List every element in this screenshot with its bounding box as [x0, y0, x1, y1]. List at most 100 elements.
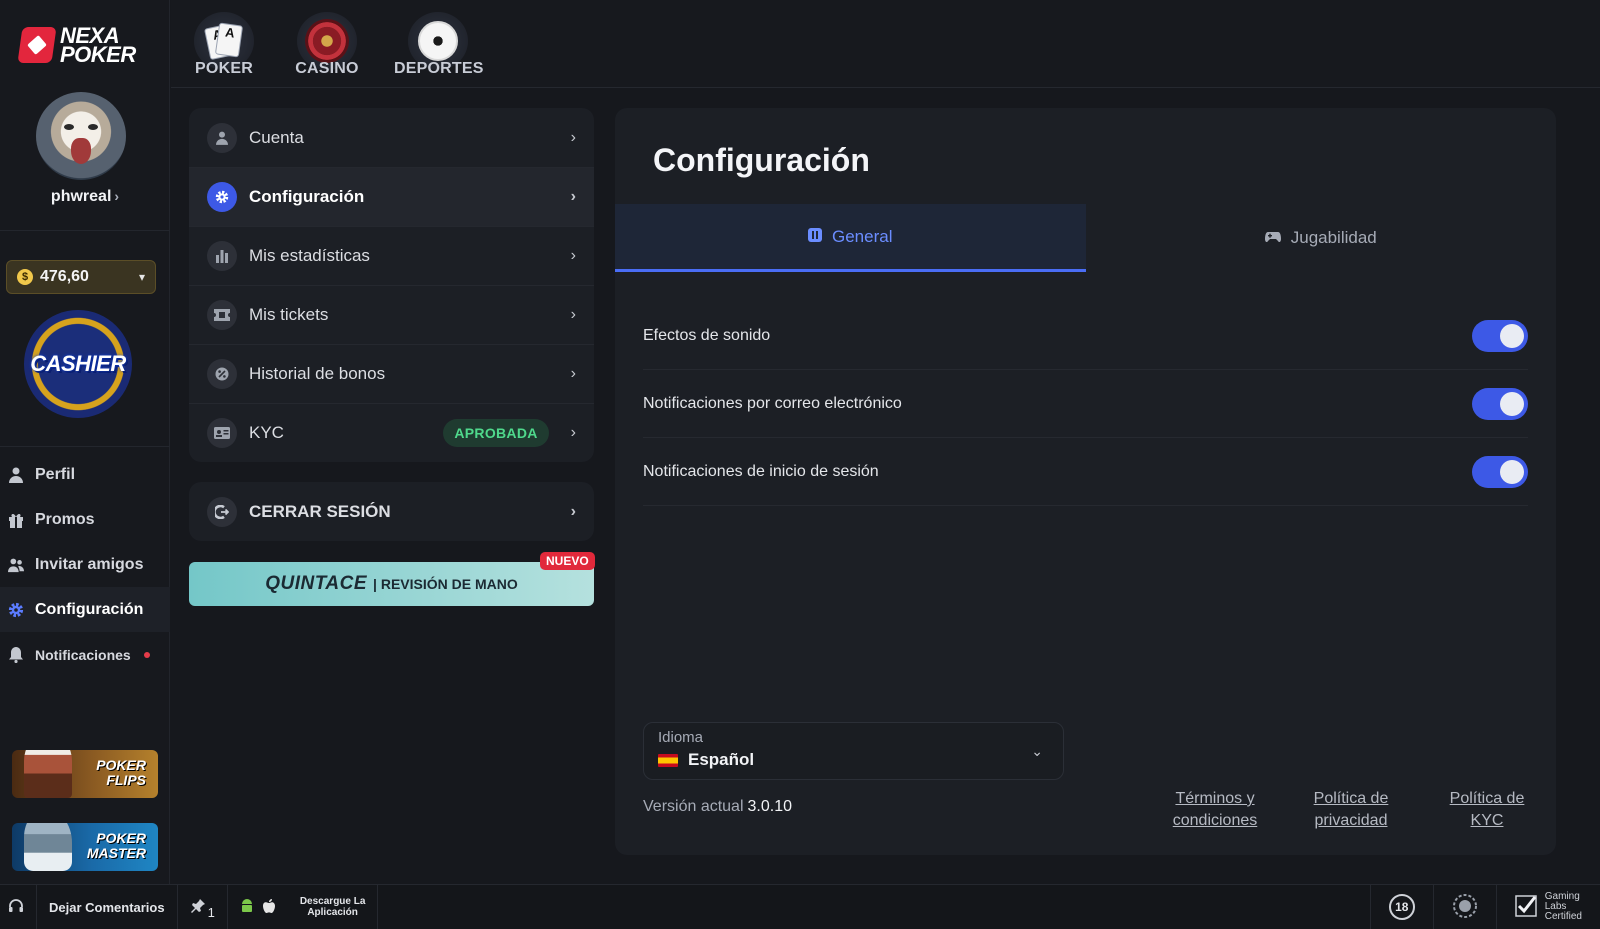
spain-flag-icon [658, 753, 678, 767]
sidebar-item-label: Configuración [35, 600, 144, 618]
kyc-status-badge: APROBADA [443, 419, 549, 447]
link-line1: Política de [1449, 790, 1525, 807]
page-title: Configuración [653, 142, 870, 178]
poker-master-banner[interactable]: POKER MASTER [12, 823, 158, 871]
logout-icon [207, 496, 237, 527]
download-line2: Aplicación [307, 907, 358, 918]
menu-item-mis-estadisticas[interactable]: Mis estadísticas › [189, 226, 594, 285]
sound-effects-toggle[interactable] [1472, 319, 1528, 352]
topnav-label: POKER [195, 60, 253, 77]
notification-dot [143, 651, 150, 658]
responsible-gaming-badge[interactable] [1432, 884, 1496, 929]
logout-label: CERRAR SESIÓN [249, 501, 391, 521]
link-line1: Política de [1313, 790, 1389, 807]
menu-item-cuenta[interactable]: Cuenta › [189, 108, 594, 167]
balance-dropdown[interactable]: $ 476,60 ▾ [6, 260, 156, 294]
chevron-right-icon: › [114, 188, 120, 204]
general-icon [808, 228, 822, 245]
login-notifications-toggle[interactable] [1472, 455, 1528, 488]
user-icon [207, 122, 237, 153]
gaming-labs-certified-badge[interactable]: Gaming Labs Certified [1495, 884, 1600, 929]
setting-row: Efectos de sonido [643, 302, 1528, 370]
promo-line2: FLIPS [106, 772, 146, 788]
promo-line1: POKER [96, 830, 146, 846]
language-select[interactable]: Idioma Español ⌄ [643, 722, 1064, 780]
menu-item-label: Cuenta [249, 127, 304, 147]
chevron-right-icon: › [570, 424, 576, 441]
logout-button[interactable]: CERRAR SESIÓN › [189, 482, 594, 541]
settings-tabs: General Jugabilidad [615, 204, 1556, 272]
username: phwreal [50, 188, 112, 205]
avatar[interactable] [36, 92, 126, 180]
gear-icon [207, 182, 237, 212]
topnav-casino[interactable]: CASINO [289, 12, 365, 78]
logo-text-line2: POKER [60, 42, 136, 67]
topnav-label: DEPORTES [394, 60, 484, 77]
android-icon [240, 898, 254, 917]
percent-icon [207, 359, 237, 389]
pin-icon [190, 898, 206, 917]
download-app[interactable]: Descargue La Aplicación [228, 884, 379, 929]
topnav-poker[interactable]: AA POKER [186, 12, 262, 78]
topnav-deportes[interactable]: DEPORTES [394, 12, 484, 78]
menu-item-historial-de-bonos[interactable]: Historial de bonos › [189, 344, 594, 403]
menu-item-configuracion[interactable]: Configuración › [189, 167, 594, 226]
sidebar-item-label: Notificaciones [35, 646, 131, 663]
sidebar-item-notificaciones[interactable]: Notificaciones [0, 632, 170, 677]
version-value: 3.0.10 [747, 798, 792, 815]
privacy-policy-link[interactable]: Política de privacidad [1306, 788, 1396, 832]
shark-character-icon [24, 823, 72, 871]
terms-link[interactable]: Términos y condiciones [1170, 788, 1260, 832]
feedback-button[interactable]: Dejar Comentarios [37, 884, 178, 929]
link-line2: privacidad [1314, 812, 1388, 829]
promo-line2: MASTER [86, 845, 146, 861]
sidebar-nav: Perfil Promos Invitar amigos Configuraci… [0, 452, 170, 677]
email-notifications-toggle[interactable] [1472, 387, 1528, 420]
sidebar-item-configuracion[interactable]: Configuración [0, 587, 170, 632]
poker-flips-banner[interactable]: POKER FLIPS [12, 750, 158, 798]
cowboy-character-icon [24, 750, 72, 798]
top-nav-bar: AA POKER CASINO DEPORTES [171, 0, 1600, 88]
chevron-right-icon: › [570, 306, 576, 323]
chevron-down-icon: ▾ [138, 270, 145, 284]
pin-button[interactable]: 1 [178, 884, 228, 929]
id-card-icon [207, 418, 237, 448]
tab-general[interactable]: General [615, 204, 1086, 272]
logo-mark-icon [17, 27, 57, 63]
sidebar-item-label: Perfil [35, 465, 76, 483]
app: NEXA POKER phwreal › $ 476,60 ▾ CASHIER P… [0, 0, 1600, 929]
chevron-right-icon: › [570, 247, 576, 264]
version-label: Versión actual [643, 798, 744, 815]
age-restriction: 18 [1369, 884, 1433, 929]
tab-jugabilidad[interactable]: Jugabilidad [1086, 204, 1557, 272]
username-link[interactable]: phwreal › [0, 188, 170, 206]
menu-item-mis-tickets[interactable]: Mis tickets › [189, 285, 594, 344]
check-icon [1515, 894, 1537, 920]
apple-icon [262, 898, 276, 917]
gamepad-icon [1264, 230, 1281, 246]
link-line2: condiciones [1172, 812, 1258, 829]
quintace-hand-review-banner[interactable]: QUINTACE | REVISIÓN DE MANO [189, 562, 594, 606]
gear-icon [8, 602, 24, 618]
seal-icon [1452, 893, 1478, 922]
ticket-icon [207, 300, 237, 330]
account-menu: Cuenta › Configuración › Mis estadística… [189, 108, 594, 462]
sidebar-item-perfil[interactable]: Perfil [0, 452, 170, 497]
cashier-button[interactable]: CASHIER [24, 310, 132, 418]
setting-label: Notificaciones por correo electrónico [643, 394, 902, 412]
support-button[interactable] [0, 884, 37, 929]
setting-label: Efectos de sonido [643, 326, 771, 344]
tab-label: Jugabilidad [1290, 228, 1377, 247]
sidebar-item-promos[interactable]: Promos [0, 497, 170, 542]
coin-icon: $ [17, 269, 33, 285]
gift-icon [8, 512, 24, 528]
setting-row: Notificaciones por correo electrónico [643, 370, 1528, 438]
settings-panel: Configuración General Jugabilidad Efecto… [615, 108, 1556, 855]
gla-line3: Certified [1544, 911, 1582, 922]
left-sidebar: NEXA POKER phwreal › $ 476,60 ▾ CASHIER P… [0, 0, 170, 884]
menu-item-label: Configuración [249, 187, 365, 206]
nexa-poker-logo[interactable]: NEXA POKER [17, 25, 136, 67]
menu-item-kyc[interactable]: KYC APROBADA › [189, 403, 594, 462]
kyc-policy-link[interactable]: Política de KYC [1442, 788, 1532, 832]
sidebar-item-invitar-amigos[interactable]: Invitar amigos [0, 542, 170, 587]
